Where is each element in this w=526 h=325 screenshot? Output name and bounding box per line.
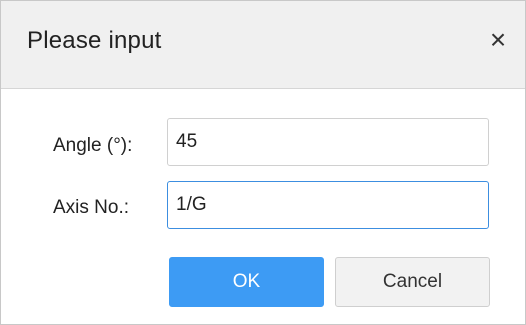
dialog-titlebar: Please input × bbox=[1, 1, 525, 89]
axis-input[interactable] bbox=[167, 181, 489, 229]
axis-label: Axis No.: bbox=[53, 197, 130, 218]
ok-button[interactable]: OK bbox=[169, 257, 324, 307]
cancel-button[interactable]: Cancel bbox=[335, 257, 490, 307]
close-icon[interactable]: × bbox=[481, 23, 515, 57]
angle-label: Angle (°): bbox=[53, 135, 133, 156]
input-dialog: Please input × Angle (°): Axis No.: OK C… bbox=[0, 0, 526, 325]
angle-input[interactable] bbox=[167, 118, 489, 166]
dialog-title: Please input bbox=[27, 27, 162, 54]
